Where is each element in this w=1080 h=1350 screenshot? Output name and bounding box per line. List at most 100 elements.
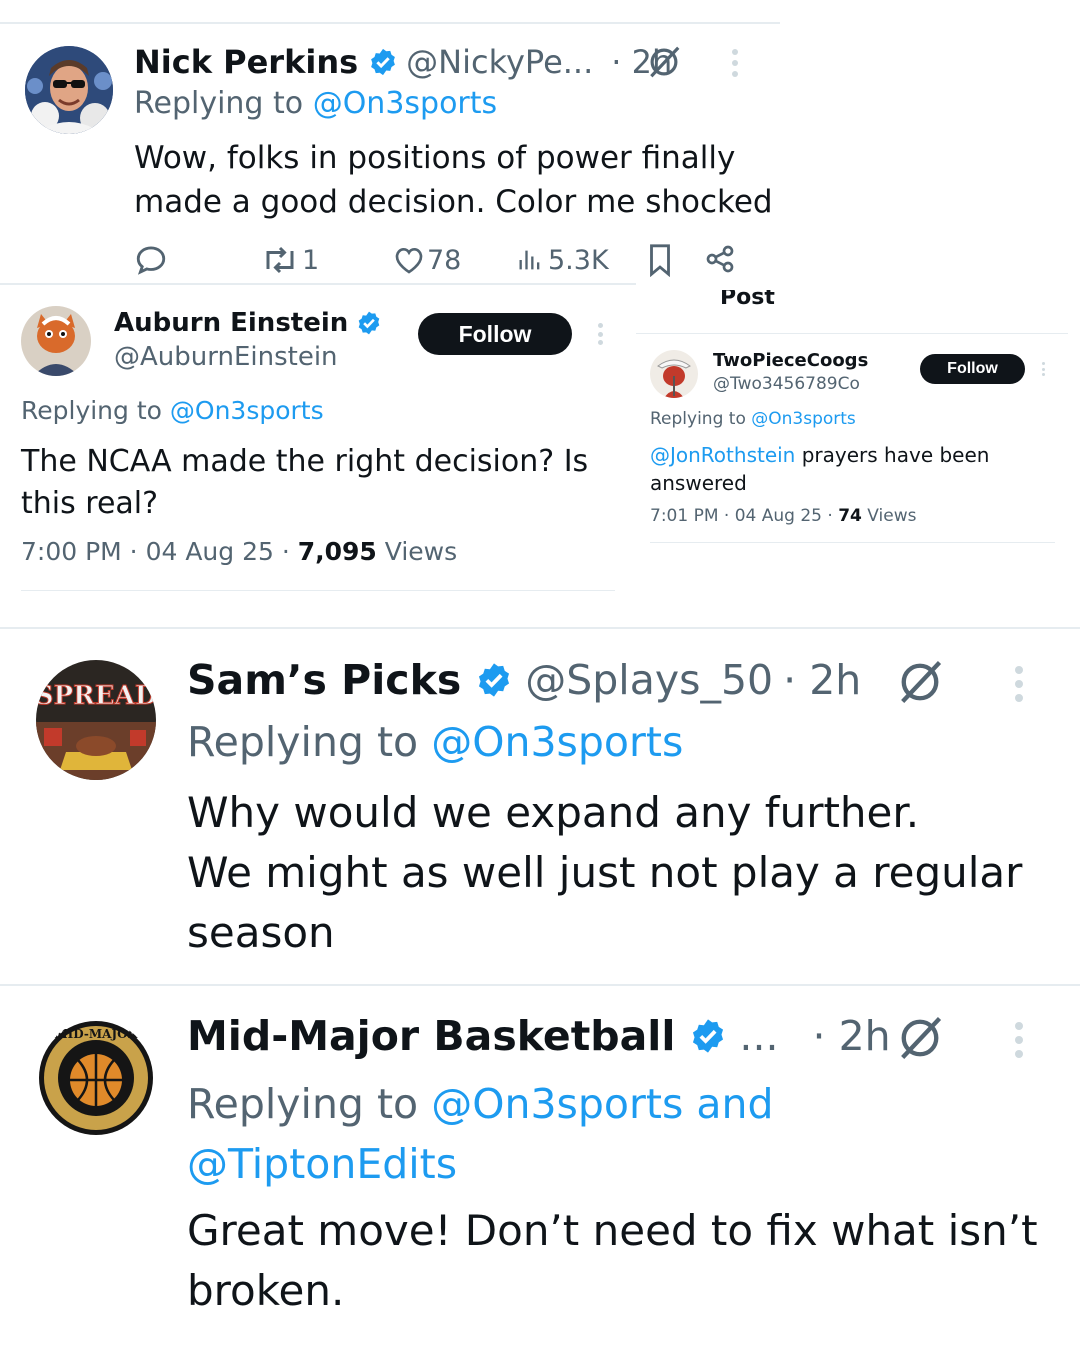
avatar-mid-major-basketball[interactable]: MID-MAJOR	[38, 1020, 154, 1136]
replying-to-link[interactable]: @On3sports	[313, 86, 497, 121]
view-count: 74	[838, 506, 862, 526]
grok-icon[interactable]	[894, 1012, 946, 1064]
tweet-text-line: Great move! Don’t need to fix what isn’t	[187, 1206, 1038, 1255]
view-count: 7,095	[297, 537, 377, 566]
tweet-text-line: We might as well just not play a regular	[187, 848, 1023, 897]
divider	[21, 590, 615, 591]
author-name[interactable]: Sam’s Picks	[187, 656, 461, 704]
more-icon[interactable]	[1014, 1022, 1024, 1058]
retweet-icon	[266, 246, 294, 274]
avatar-image	[21, 306, 91, 376]
tweet-text-line: Wow, folks in positions of power finally	[134, 140, 736, 176]
tweet2-text: The NCAA made the right decision? Is thi…	[21, 441, 588, 525]
views-action[interactable]: 5.3K	[516, 242, 609, 278]
more-icon[interactable]	[1041, 362, 1045, 376]
divider	[0, 283, 636, 285]
tweet4-text: Why would we expand any further. We migh…	[187, 783, 1022, 963]
avatar-image	[650, 350, 698, 398]
replying-to-link[interactable]: @On3sports	[431, 718, 683, 766]
tweet-text-line: broken.	[187, 1266, 345, 1315]
replying-to-link[interactable]: @TiptonEdits	[187, 1134, 773, 1194]
tweet-timestamp: 7:01 PM · 04 Aug 25 · 74 Views	[650, 506, 916, 526]
replying-to-link[interactable]: @On3sports and	[431, 1080, 773, 1128]
top-divider	[0, 22, 780, 24]
replying-line: Replying to @On3sports	[187, 718, 683, 766]
tweet1-header: Nick Perkins @NickyPe... · 2h	[134, 40, 672, 84]
author-handle[interactable]: @Two3456789Co	[713, 373, 868, 395]
section-divider	[0, 627, 1080, 629]
author-name[interactable]: Auburn Einstein	[114, 308, 348, 338]
reply-icon[interactable]	[134, 243, 168, 277]
tweet2-header: Auburn Einstein @AuburnEinstein	[114, 306, 382, 374]
avatar-image: SPREAD	[36, 660, 156, 780]
replying-line: Replying to @On3sports and @TiptonEdits	[187, 1074, 773, 1194]
divider	[636, 333, 1068, 334]
author-name[interactable]: Mid-Major Basketball	[187, 1012, 675, 1060]
timestamp-text[interactable]: 7:00 PM · 04 Aug 25 ·	[21, 537, 298, 566]
verified-badge-icon	[479, 663, 510, 697]
views-count: 5.3K	[548, 244, 609, 276]
more-icon[interactable]	[597, 323, 603, 345]
tweet-text-line: answered	[650, 471, 747, 495]
avatar-twopiececoogs[interactable]	[650, 350, 698, 398]
retweet-count: 1	[302, 244, 320, 276]
name-truncation: ...	[739, 1012, 779, 1060]
tweet5-text: Great move! Don’t need to fix what isn’t…	[187, 1201, 1038, 1321]
replying-line: Replying to @On3sports	[21, 396, 324, 425]
like-count: 78	[427, 244, 462, 276]
grok-icon[interactable]	[645, 43, 683, 81]
tweet3-header: TwoPieceCoogs @Two3456789Co	[713, 349, 868, 395]
avatar-auburn-einstein[interactable]	[21, 306, 91, 376]
tweet-timestamp: 7:00 PM · 04 Aug 25 · 7,095 Views	[21, 537, 457, 566]
views-icon	[519, 250, 540, 270]
section-divider	[0, 984, 1080, 986]
timestamp-text[interactable]: 7:01 PM · 04 Aug 25 ·	[650, 506, 838, 526]
tweet-time[interactable]: · 2h	[783, 656, 861, 704]
bookmark-icon[interactable]	[645, 243, 675, 277]
like-action[interactable]: 78	[393, 242, 461, 278]
replying-prefix: Replying to	[134, 86, 304, 121]
avatar-image: MID-MAJOR	[39, 1021, 153, 1135]
follow-button[interactable]: Follow	[920, 354, 1025, 384]
avatar-image	[25, 46, 113, 134]
share-icon[interactable]	[704, 243, 736, 275]
avatar-nick-perkins[interactable]	[25, 46, 113, 134]
author-name[interactable]: Nick Perkins	[134, 43, 358, 81]
tweet5-header: Mid-Major Basketball ... · 2h	[187, 1008, 891, 1064]
avatar-sams-picks[interactable]: SPREAD	[36, 660, 156, 780]
retweet-action[interactable]: 1	[262, 242, 319, 278]
tweet-text-line: made a good decision. Color me shocked	[134, 184, 773, 220]
tweet-text-line: Why would we expand any further.	[187, 788, 920, 837]
author-handle[interactable]: @Splays_50	[525, 656, 773, 704]
tweet-text-line: season	[187, 908, 335, 957]
author-handle[interactable]: @AuburnEinstein	[114, 340, 382, 374]
more-icon[interactable]	[1014, 666, 1024, 702]
avatar-logo-text: MID-MAJOR	[54, 1027, 138, 1041]
more-icon[interactable]	[731, 49, 739, 77]
views-label: Views	[861, 506, 917, 526]
mention-link[interactable]: @JonRothstein	[650, 443, 795, 467]
replying-line: Replying to @On3sports	[134, 86, 497, 121]
replying-prefix: Replying to	[21, 396, 162, 425]
tweet-text: prayers have been	[795, 443, 990, 467]
verified-badge-icon	[693, 1019, 724, 1053]
author-name[interactable]: TwoPieceCoogs	[713, 349, 868, 373]
replying-prefix: Replying to	[187, 1080, 419, 1128]
verified-badge-icon	[371, 48, 396, 76]
grok-icon[interactable]	[894, 656, 946, 708]
verified-badge-icon	[358, 311, 380, 335]
tweet-time[interactable]: · 2h	[813, 1012, 891, 1060]
tweet4-header: Sam’s Picks @Splays_50 · 2h	[187, 652, 861, 708]
views-label: Views	[376, 537, 458, 566]
post-header-fragment: Post	[720, 290, 775, 310]
like-icon	[395, 247, 423, 274]
follow-button[interactable]: Follow	[418, 313, 572, 355]
replying-to-link[interactable]: @On3sports	[751, 409, 856, 429]
tweet3-text: @JonRothstein prayers have been answered	[650, 441, 989, 497]
replying-to-link[interactable]: @On3sports	[170, 396, 324, 425]
author-handle[interactable]: @NickyPe...	[406, 43, 593, 81]
divider	[650, 542, 1055, 543]
replying-prefix: Replying to	[187, 718, 419, 766]
tweet-text-line: The NCAA made the right decision? Is	[21, 444, 589, 479]
tweet-text-line: this real?	[21, 486, 159, 521]
